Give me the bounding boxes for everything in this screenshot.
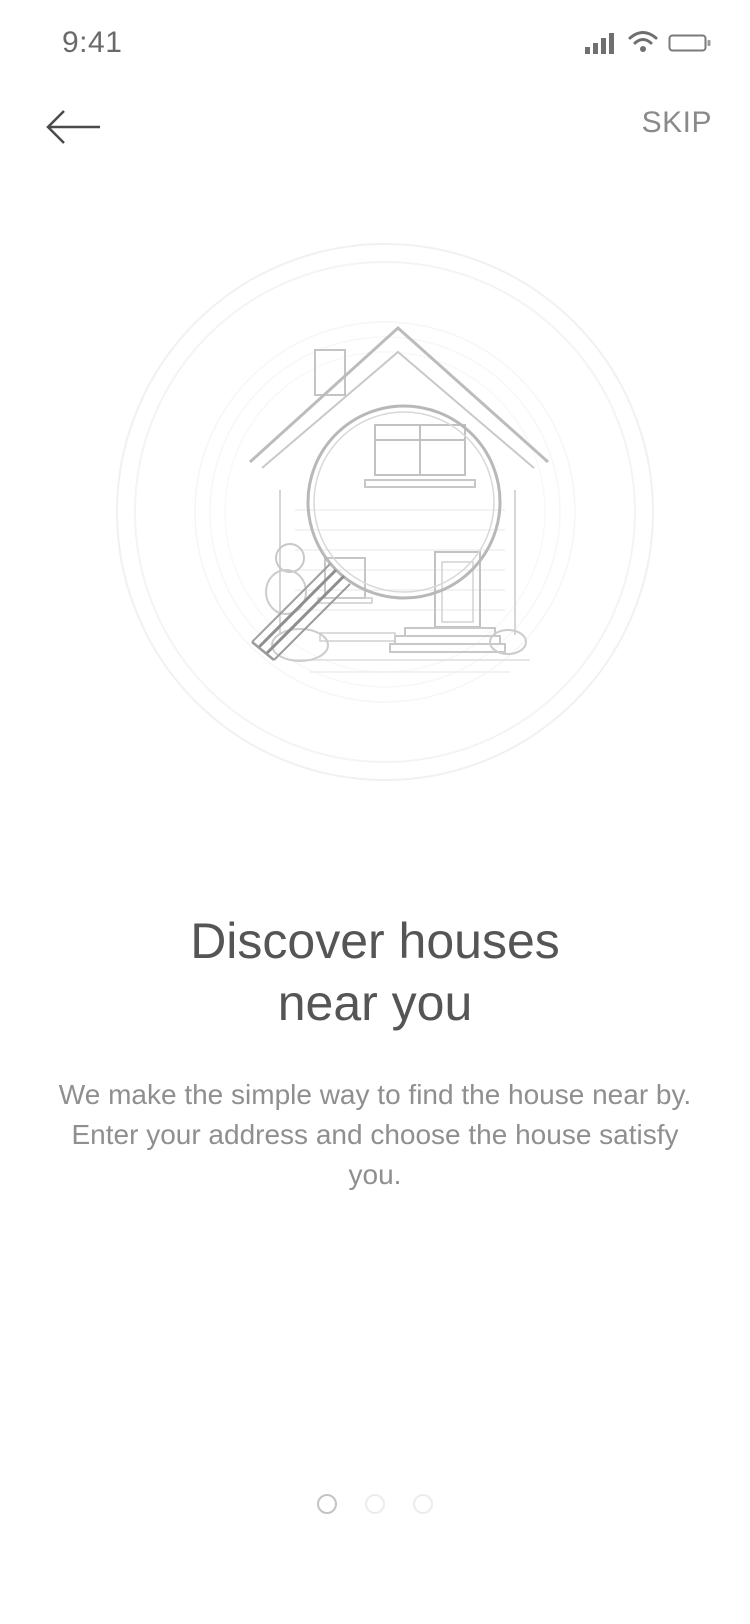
title-line-2: near you xyxy=(277,975,473,1031)
status-bar: 9:41 xyxy=(0,0,750,88)
house-search-icon xyxy=(116,243,654,781)
onboarding-description: We make the simple way to find the house… xyxy=(58,1079,692,1190)
page-dot-2[interactable] xyxy=(365,1494,385,1514)
page-dot-3[interactable] xyxy=(413,1494,433,1514)
status-time: 9:41 xyxy=(62,26,123,59)
arrow-left-icon xyxy=(46,110,100,144)
status-icons xyxy=(584,28,712,54)
signal-icon xyxy=(585,33,614,54)
onboarding-screen: 9:41 SKIP Discover houses near you We ma… xyxy=(0,0,750,1624)
battery-icon xyxy=(668,34,711,52)
onboarding-title: Discover houses near you xyxy=(0,910,750,1034)
page-indicator xyxy=(0,1494,750,1514)
wifi-icon xyxy=(628,31,658,52)
skip-button[interactable]: SKIP xyxy=(642,106,712,140)
onboarding-illustration xyxy=(110,240,660,800)
title-line-1: Discover houses xyxy=(190,913,560,969)
page-dot-1[interactable] xyxy=(317,1494,337,1514)
back-button[interactable] xyxy=(40,102,110,152)
